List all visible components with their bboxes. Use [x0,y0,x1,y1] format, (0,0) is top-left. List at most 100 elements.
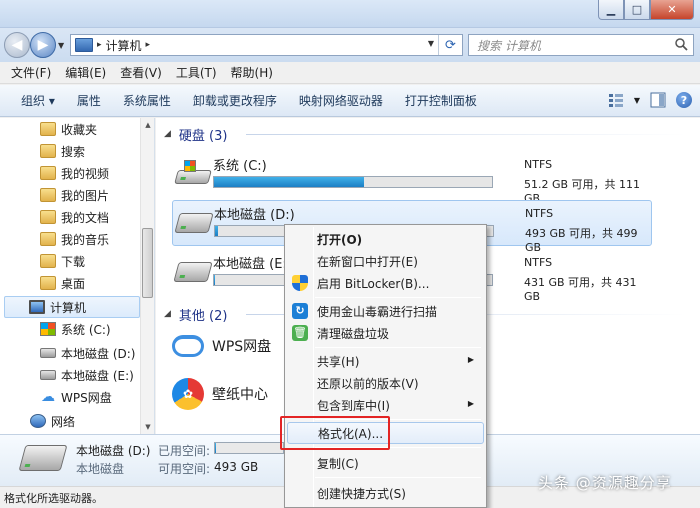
view-options-icon[interactable] [608,92,624,108]
menu-tools[interactable]: 工具(T) [169,64,224,81]
menu-view[interactable]: 查看(V) [113,64,169,81]
menu-separator [315,347,481,348]
help-icon[interactable]: ? [676,92,692,108]
ctx-create-shortcut[interactable]: 创建快捷方式(S) [287,482,484,504]
nav-label: 下载 [61,254,86,269]
forward-button[interactable]: ▶ [30,32,56,58]
organize-button[interactable]: 组织 ▾ [10,92,66,109]
nav-computer[interactable]: 计算机 [4,296,140,318]
annotation-highlight-box [280,416,390,450]
search-placeholder: 搜索 计算机 [477,38,541,53]
menu-bar: 文件(F) 编辑(E) 查看(V) 工具(T) 帮助(H) [0,62,700,84]
recent-pages-dropdown[interactable]: ▼ [58,41,64,50]
nav-music[interactable]: 我的音乐 [40,228,109,250]
drive-tile-c[interactable]: 系统 (C:) NTFS 51.2 GB 可用，共 111 GB [172,152,652,205]
hard-drive-icon [174,213,214,233]
folder-icon [40,144,56,158]
folder-icon [40,232,56,246]
scroll-down-icon[interactable]: ▼ [141,420,155,434]
scroll-up-icon[interactable]: ▲ [141,118,155,132]
ctx-include-library[interactable]: 包含到库中(I) ▶ [287,394,484,416]
trash-icon: 🗑 [292,325,308,341]
windows-drive-icon [174,160,212,184]
menu-edit[interactable]: 编辑(E) [58,64,113,81]
back-button[interactable]: ◀ [4,32,30,58]
collapse-triangle-icon[interactable]: ◢ [164,309,171,319]
minimize-button[interactable]: ▁ [598,0,624,20]
ctx-open-new-window[interactable]: 在新窗口中打开(E) [287,250,484,272]
chevron-right-icon[interactable]: ▸ [97,40,102,50]
ctx-copy[interactable]: 复制(C) [287,452,484,474]
details-usage-bar [214,442,284,454]
details-drive-type: 本地磁盘 [76,462,125,476]
ctx-restore-versions[interactable]: 还原以前的版本(V) [287,372,484,394]
ctx-bitlocker[interactable]: 启用 BitLocker(B)... [287,272,484,294]
nav-drive-c[interactable]: 系统 (C:) [40,318,111,340]
refresh-icon: ⟳ [445,37,456,53]
ctx-scan-virus[interactable]: ↻ 使用金山毒霸进行扫描 [287,300,484,322]
address-dropdown-icon[interactable]: ▼ [428,39,434,48]
windows-drive-icon [40,322,56,336]
nav-scrollbar[interactable]: ▲ ▼ [140,118,154,434]
title-bar: ▁ □ ✕ [0,0,700,28]
nav-scroll-thumb[interactable] [142,228,153,298]
nav-label: 本地磁盘 (D:) [61,346,136,361]
system-properties-button[interactable]: 系统属性 [112,92,182,109]
drive-usage-bar [213,176,493,188]
drive-space: 431 GB 可用，共 431 GB [524,276,637,303]
network-icon [30,414,46,428]
nav-drive-d[interactable]: 本地磁盘 (D:) [40,342,135,364]
antivirus-icon: ↻ [292,303,308,319]
nav-label: 搜索 [61,144,86,159]
search-icon[interactable] [674,37,688,51]
open-control-panel-button[interactable]: 打开控制面板 [394,92,488,109]
nav-desktop[interactable]: 桌面 [40,272,85,294]
address-bar[interactable]: ▸ 计算机 ▸ ▼ ⟳ [70,34,463,56]
nav-wps-cloud[interactable]: ☁ WPS网盘 [40,386,112,408]
group-title: 其他 (2) [178,308,228,324]
refresh-button[interactable]: ⟳ [438,35,462,55]
drive-filesystem: NTFS [524,256,553,269]
group-header-hdd[interactable]: ◢ 硬盘 (3) [164,124,227,144]
properties-button[interactable]: 属性 [66,92,112,109]
view-dropdown-icon[interactable]: ▼ [634,96,640,105]
ctx-clean-disk[interactable]: 🗑 清理磁盘垃圾 [287,322,484,344]
navigation-pane: 收藏夹 搜索 我的视频 我的图片 我的文档 我的音乐 下载 桌面 计算机 系统 … [0,118,155,434]
menu-separator [315,477,481,478]
maximize-button[interactable]: □ [624,0,650,20]
map-network-drive-button[interactable]: 映射网络驱动器 [288,92,394,109]
details-free-label: 可用空间: [158,462,211,476]
nav-label: 我的视频 [61,166,110,181]
nav-documents[interactable]: 我的文档 [40,206,109,228]
nav-network[interactable]: 网络 [30,410,75,432]
close-button[interactable]: ✕ [650,0,694,20]
folder-icon [40,276,56,290]
nav-downloads[interactable]: 下载 [40,250,85,272]
collapse-triangle-icon[interactable]: ◢ [164,129,171,139]
preview-pane-icon[interactable] [650,92,666,108]
nav-label: 收藏夹 [61,122,98,137]
nav-search[interactable]: 搜索 [40,140,85,162]
uninstall-program-button[interactable]: 卸载或更改程序 [182,92,288,109]
nav-drive-e[interactable]: 本地磁盘 (E:) [40,364,134,386]
ctx-share[interactable]: 共享(H) ▶ [287,350,484,372]
group-header-other[interactable]: ◢ 其他 (2) [164,304,227,324]
menu-help[interactable]: 帮助(H) [224,64,280,81]
chevron-right-icon[interactable]: ▸ [146,40,151,50]
menu-file[interactable]: 文件(F) [4,64,58,81]
nav-videos[interactable]: 我的视频 [40,162,109,184]
nav-label: 桌面 [61,276,86,291]
search-input[interactable]: 搜索 计算机 [468,34,694,56]
nav-label: 网络 [51,414,76,429]
arrow-left-icon: ◀ [11,37,23,53]
nav-pictures[interactable]: 我的图片 [40,184,109,206]
ctx-open[interactable]: 打开(O) [287,228,484,250]
breadcrumb-computer[interactable]: 计算机 [106,37,142,54]
computer-icon [29,300,45,314]
nav-label: 系统 (C:) [61,322,111,337]
group-title: 硬盘 (3) [178,128,228,144]
folder-icon [40,166,56,180]
nav-favorites[interactable]: 收藏夹 [40,118,97,140]
hard-drive-icon [40,370,56,380]
watermark: 头条 @资源趣分享 [538,474,672,492]
